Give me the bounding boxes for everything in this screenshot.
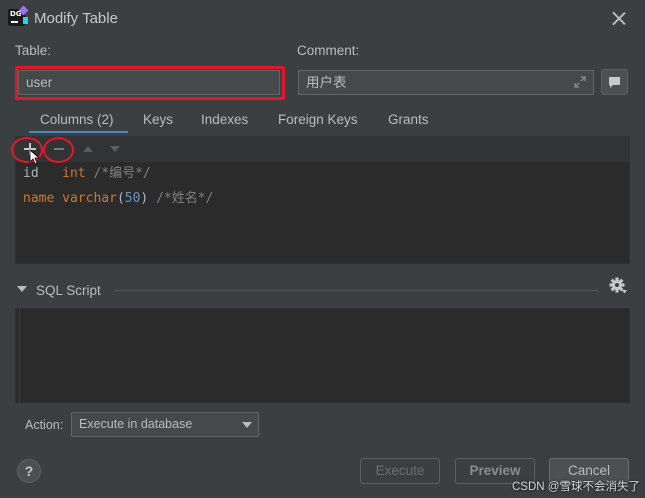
column-comment: /*编号*/ — [93, 166, 151, 181]
expand-icon[interactable] — [572, 74, 588, 90]
tab-foreign-keys[interactable]: Foreign Keys — [278, 112, 358, 127]
columns-toolbar — [15, 136, 630, 162]
collapse-triangle-icon[interactable] — [17, 286, 27, 294]
column-type: int — [62, 166, 86, 181]
column-comment: /*姓名*/ — [156, 191, 214, 206]
action-select[interactable]: Execute in database — [71, 412, 259, 437]
column-type: varchar — [62, 191, 117, 206]
sql-script-label[interactable]: SQL Script — [36, 283, 101, 298]
column-type-size: 50 — [124, 191, 141, 206]
tab-keys[interactable]: Keys — [143, 112, 173, 127]
execute-button[interactable]: Execute — [360, 458, 440, 484]
gear-icon[interactable] — [608, 276, 628, 296]
comment-label: Comment: — [297, 43, 360, 58]
app-logo-icon: DG — [8, 5, 29, 26]
comment-value: 用户表 — [306, 75, 347, 90]
arrow-down-icon[interactable] — [108, 143, 122, 155]
column-row[interactable]: name varchar(50) /*姓名*/ — [23, 190, 213, 208]
close-icon[interactable] — [609, 9, 629, 29]
chevron-down-icon — [242, 422, 252, 428]
comment-input[interactable]: 用户表 — [298, 70, 594, 95]
title-bar: DG Modify Table — [0, 0, 645, 36]
arrow-up-icon[interactable] — [81, 143, 95, 155]
mouse-cursor-icon — [29, 149, 41, 165]
table-label: Table: — [15, 43, 52, 58]
annotation-red-circle — [43, 137, 74, 163]
action-label: Action: — [25, 418, 64, 432]
divider — [115, 290, 598, 291]
column-row[interactable]: id int /*编号*/ — [23, 165, 151, 183]
action-select-value: Execute in database — [79, 417, 193, 431]
comment-editor-button[interactable] — [601, 69, 628, 95]
window-title: Modify Table — [34, 10, 118, 27]
column-name: name — [23, 191, 55, 206]
help-icon[interactable]: ? — [17, 459, 41, 483]
annotation-red-box — [15, 66, 285, 100]
tab-indexes[interactable]: Indexes — [201, 112, 248, 127]
tab-columns[interactable]: Columns (2) — [40, 112, 114, 127]
sql-script-editor[interactable] — [15, 308, 630, 403]
active-tab-indicator — [29, 131, 128, 133]
tab-grants[interactable]: Grants — [388, 112, 429, 127]
column-type-paren: ( — [116, 191, 125, 206]
watermark-text: CSDN @雪球不会消失了 — [512, 481, 640, 493]
speech-bubble-icon — [609, 77, 620, 88]
column-name: id — [23, 166, 39, 181]
